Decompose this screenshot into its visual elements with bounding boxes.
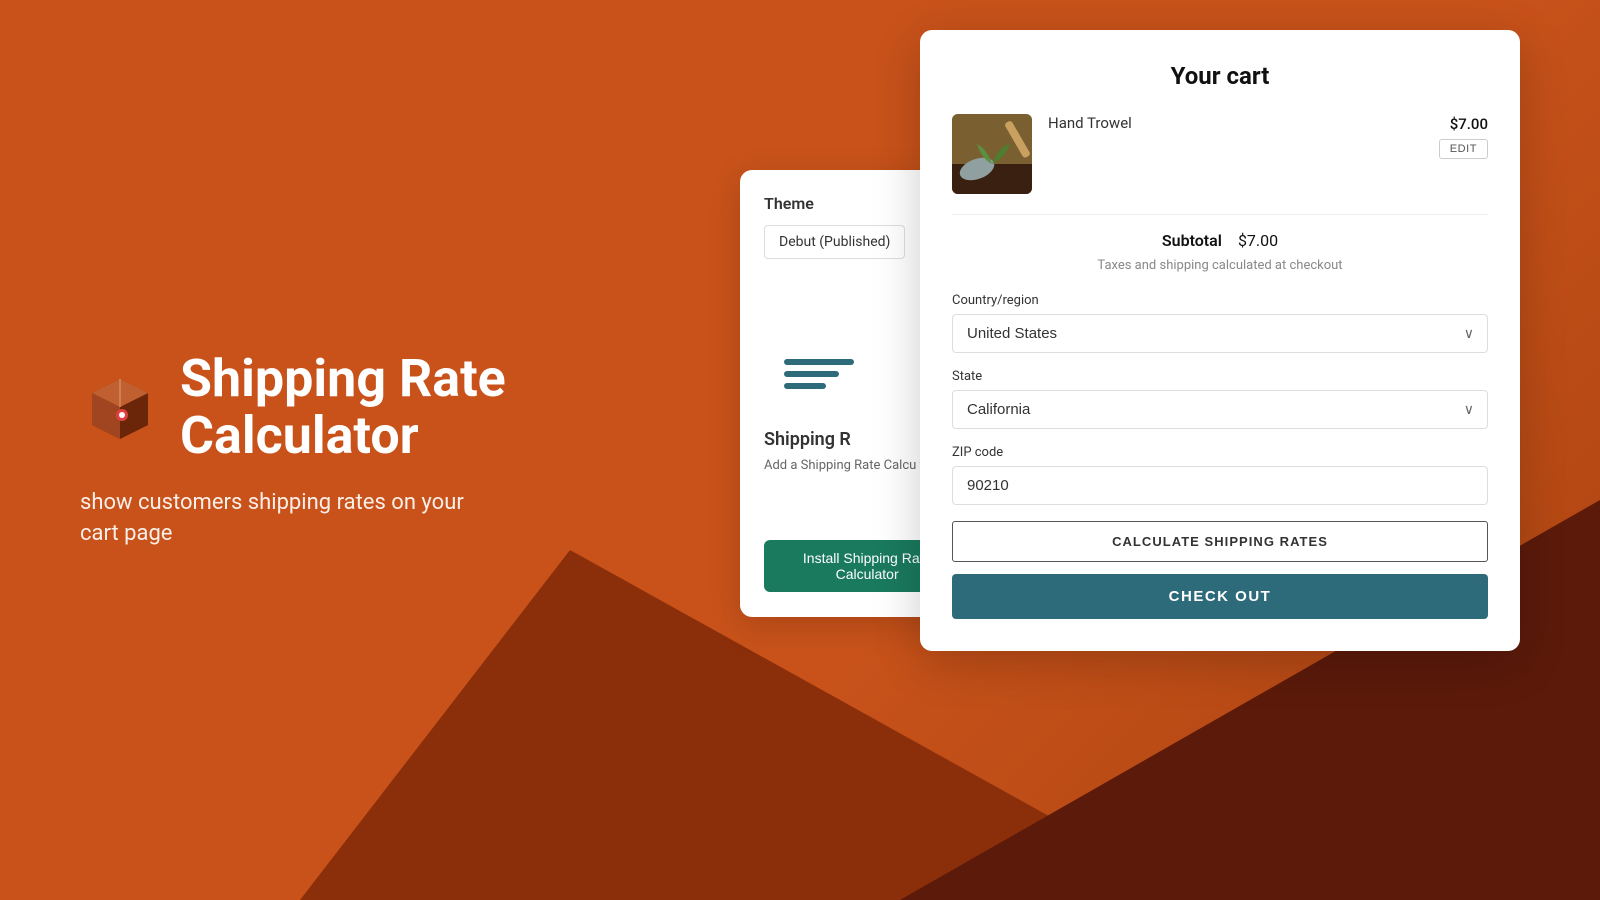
left-section: Shipping Rate Calculator show customers … bbox=[80, 350, 506, 550]
cart-title: Your cart bbox=[952, 62, 1488, 90]
theme-select-button[interactable]: Debut (Published) bbox=[764, 225, 905, 259]
app-logo-icon bbox=[80, 367, 160, 447]
zip-input[interactable] bbox=[952, 466, 1488, 505]
subtotal-row: Subtotal $7.00 bbox=[952, 215, 1488, 258]
zip-form-group: ZIP code bbox=[952, 445, 1488, 505]
product-row: Hand Trowel $7.00 EDIT bbox=[952, 114, 1488, 215]
tax-note: Taxes and shipping calculated at checkou… bbox=[952, 258, 1488, 273]
product-image bbox=[952, 114, 1032, 194]
state-select-wrapper: California bbox=[952, 390, 1488, 429]
main-cart-card: Your cart Hand Trowel bbox=[920, 30, 1520, 651]
product-price: $7.00 bbox=[1450, 115, 1488, 133]
checkout-button[interactable]: CHECK OUT bbox=[952, 574, 1488, 619]
calculate-shipping-button[interactable]: CALCULATE SHIPPING RATES bbox=[952, 521, 1488, 562]
country-select[interactable]: United States bbox=[952, 314, 1488, 353]
app-subtitle: show customers shipping rates on your ca… bbox=[80, 488, 500, 550]
country-label: Country/region bbox=[952, 293, 1488, 308]
edit-button[interactable]: EDIT bbox=[1439, 139, 1488, 159]
state-select[interactable]: California bbox=[952, 390, 1488, 429]
subtotal-value: $7.00 bbox=[1238, 231, 1278, 250]
product-info: Hand Trowel $7.00 EDIT bbox=[1048, 114, 1488, 159]
cards-area: Theme Debut (Published) bbox=[800, 30, 1520, 651]
product-price-area: $7.00 EDIT bbox=[1439, 114, 1488, 159]
state-label: State bbox=[952, 369, 1488, 384]
country-form-group: Country/region United States bbox=[952, 293, 1488, 353]
trowel-svg bbox=[952, 114, 1032, 194]
country-select-wrapper: United States bbox=[952, 314, 1488, 353]
product-name: Hand Trowel bbox=[1048, 114, 1132, 132]
logo-area: Shipping Rate Calculator bbox=[80, 350, 506, 464]
zip-label: ZIP code bbox=[952, 445, 1488, 460]
app-title: Shipping Rate Calculator bbox=[180, 350, 506, 464]
state-form-group: State California bbox=[952, 369, 1488, 429]
lines-decoration bbox=[784, 359, 854, 394]
subtotal-label: Subtotal bbox=[1162, 231, 1222, 250]
